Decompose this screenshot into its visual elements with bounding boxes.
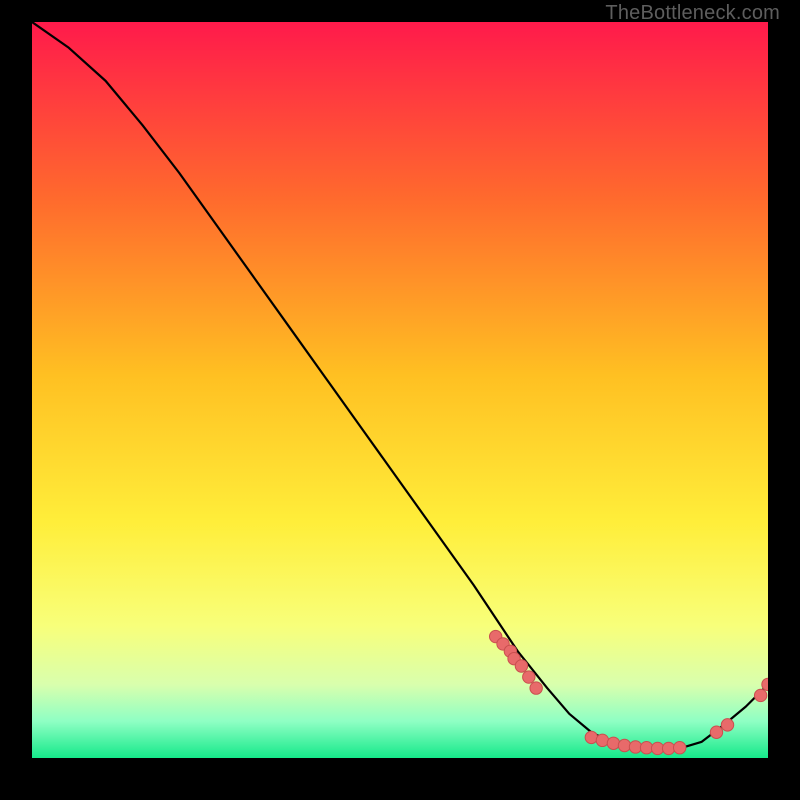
marker-point (596, 734, 608, 746)
marker-point (662, 742, 674, 754)
marker-point (530, 682, 542, 694)
marker-point (721, 719, 733, 731)
marker-point (585, 731, 597, 743)
chart-stage: TheBottleneck.com (0, 0, 800, 800)
marker-point (710, 726, 722, 738)
marker-point (607, 737, 619, 749)
gradient-background (32, 22, 768, 758)
marker-point (651, 742, 663, 754)
marker-point (640, 742, 652, 754)
marker-point (523, 671, 535, 683)
marker-point (629, 741, 641, 753)
marker-point (673, 742, 685, 754)
marker-point (754, 689, 766, 701)
plot-area (32, 22, 768, 758)
marker-point (515, 660, 527, 672)
marker-point (618, 739, 630, 751)
chart-svg (32, 22, 768, 758)
